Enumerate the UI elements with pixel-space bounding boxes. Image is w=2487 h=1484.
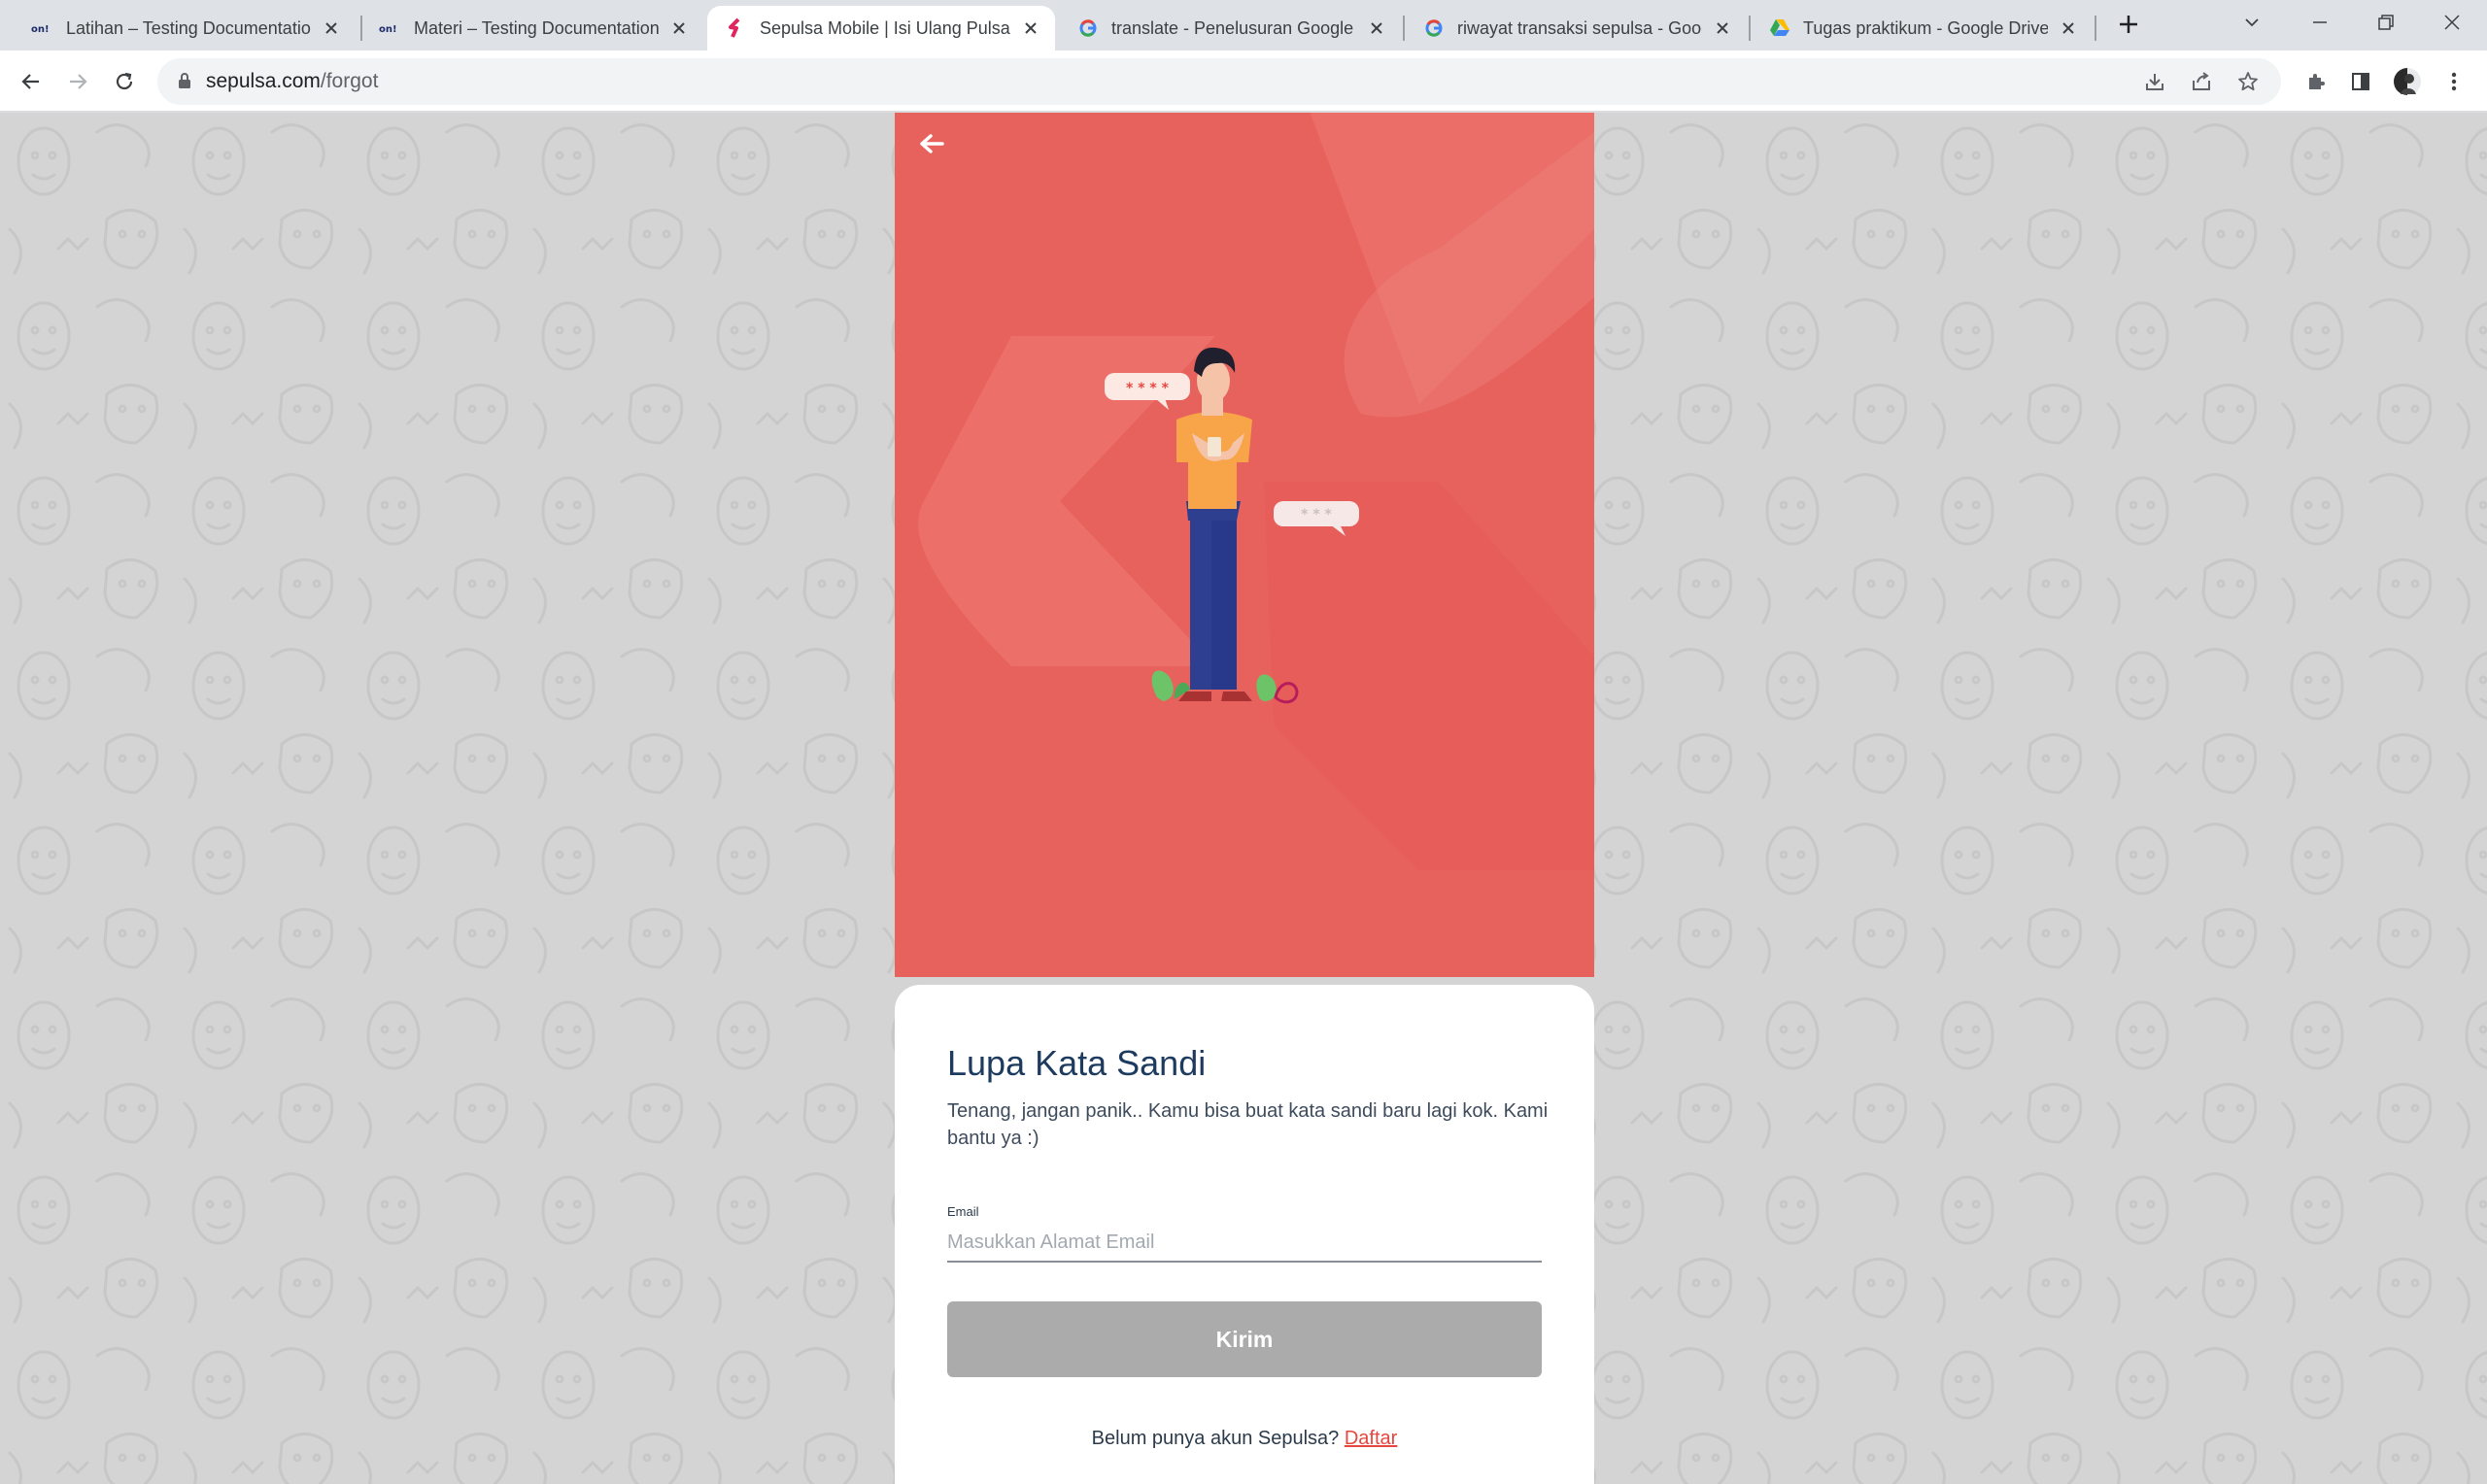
bookmark-star-icon[interactable] — [2234, 68, 2262, 95]
tab-sepulsa[interactable]: Sepulsa Mobile | Isi Ulang Pulsa S — [707, 6, 1055, 51]
share-icon[interactable] — [2188, 68, 2215, 95]
svg-text:on!: on! — [379, 24, 397, 35]
tab-materi[interactable]: on! Materi – Testing Documentation — [361, 6, 703, 51]
submit-button[interactable]: Kirim — [947, 1301, 1542, 1377]
close-tab-icon[interactable] — [2058, 17, 2079, 39]
svg-text:on!: on! — [31, 24, 50, 35]
page-title: Lupa Kata Sandi — [947, 1043, 1207, 1083]
close-tab-icon[interactable] — [1712, 17, 1733, 39]
side-panel-button[interactable] — [2343, 64, 2378, 99]
signup-prompt-text: Belum punya akun Sepulsa? — [1091, 1428, 1340, 1449]
email-label: Email — [947, 1204, 979, 1219]
tab-title: translate - Penelusuran Google — [1111, 17, 1354, 38]
google-drive-icon — [1768, 17, 1791, 40]
tab-title: Tugas praktikum - Google Drive — [1803, 17, 2048, 38]
email-field[interactable] — [947, 1224, 1542, 1263]
signup-link[interactable]: Daftar — [1345, 1428, 1397, 1449]
close-icon — [2444, 15, 2460, 30]
oneil-logo-icon: on! — [31, 17, 54, 40]
browser-toolbar: sepulsa.com/forgot — [0, 51, 2487, 113]
oneil-logo-icon: on! — [379, 17, 402, 40]
plus-icon — [2120, 16, 2137, 33]
address-bar[interactable]: sepulsa.com/forgot — [157, 58, 2281, 105]
arrow-right-icon — [70, 74, 87, 89]
tab-translate[interactable]: translate - Penelusuran Google — [1059, 6, 1401, 51]
restore-button[interactable] — [2367, 6, 2405, 39]
tab-strip: on! Latihan – Testing Documentation on! … — [0, 0, 2487, 51]
tab-title: Materi – Testing Documentation — [414, 17, 659, 38]
puzzle-icon — [2309, 74, 2325, 89]
tab-separator — [2095, 16, 2096, 41]
arrow-left-icon — [21, 74, 39, 89]
page-background: * * * * * * * Lupa Kata Sandi Tenang, ja… — [0, 113, 2487, 1484]
tab-drive[interactable]: Tugas praktikum - Google Drive — [1751, 6, 2093, 51]
close-tab-icon[interactable] — [668, 17, 690, 39]
description-text: Tenang, jangan panik.. Kamu bisa buat ka… — [947, 1100, 1549, 1149]
tab-title: Sepulsa Mobile | Isi Ulang Pulsa S — [760, 17, 1010, 38]
chat-bubble-right-text: * * * — [1301, 507, 1332, 523]
reload-button[interactable] — [107, 64, 142, 99]
google-icon — [1422, 17, 1446, 40]
back-arrow-button[interactable] — [910, 124, 953, 163]
sepulsa-logo-icon — [725, 17, 748, 40]
tab-search-button[interactable] — [2232, 6, 2271, 39]
chat-bubble-left-text: * * * * — [1126, 381, 1170, 396]
reload-icon — [116, 72, 133, 90]
minimize-button[interactable] — [2300, 6, 2339, 39]
forward-button[interactable] — [60, 64, 95, 99]
tab-riwayat[interactable]: riwayat transaksi sepulsa - Googl — [1405, 6, 1747, 51]
profile-button[interactable] — [2390, 64, 2425, 99]
back-button[interactable] — [14, 64, 49, 99]
close-tab-icon[interactable] — [1020, 17, 1041, 39]
close-window-button[interactable] — [2433, 6, 2471, 39]
forgot-password-card: Lupa Kata Sandi Tenang, jangan panik.. K… — [895, 985, 1594, 1484]
lock-icon[interactable] — [177, 71, 192, 95]
avatar — [2394, 68, 2421, 95]
minimize-icon — [2313, 21, 2327, 23]
restore-icon — [2378, 15, 2394, 30]
tab-title: riwayat transaksi sepulsa - Googl — [1457, 17, 1702, 38]
close-tab-icon[interactable] — [1366, 17, 1387, 39]
install-app-icon[interactable] — [2141, 68, 2168, 95]
new-tab-button[interactable] — [2114, 10, 2143, 39]
extensions-button[interactable] — [2299, 64, 2334, 99]
url-text: sepulsa.com/forgot — [206, 70, 379, 92]
more-vertical-icon — [2451, 72, 2457, 91]
side-panel-icon — [2352, 73, 2369, 90]
tab-title: Latihan – Testing Documentation — [66, 17, 311, 38]
tab-latihan[interactable]: on! Latihan – Testing Documentation — [14, 6, 356, 51]
google-icon — [1076, 17, 1100, 40]
arrow-left-icon — [920, 134, 944, 153]
hero-illustration: * * * * * * * — [895, 113, 1594, 977]
close-tab-icon[interactable] — [321, 17, 342, 39]
person-chat-illustration: * * * * * * * — [918, 113, 1594, 870]
menu-button[interactable] — [2436, 64, 2471, 99]
signup-prompt: Belum punya akun Sepulsa? Daftar — [895, 1428, 1594, 1450]
chevron-down-icon — [2245, 18, 2259, 27]
